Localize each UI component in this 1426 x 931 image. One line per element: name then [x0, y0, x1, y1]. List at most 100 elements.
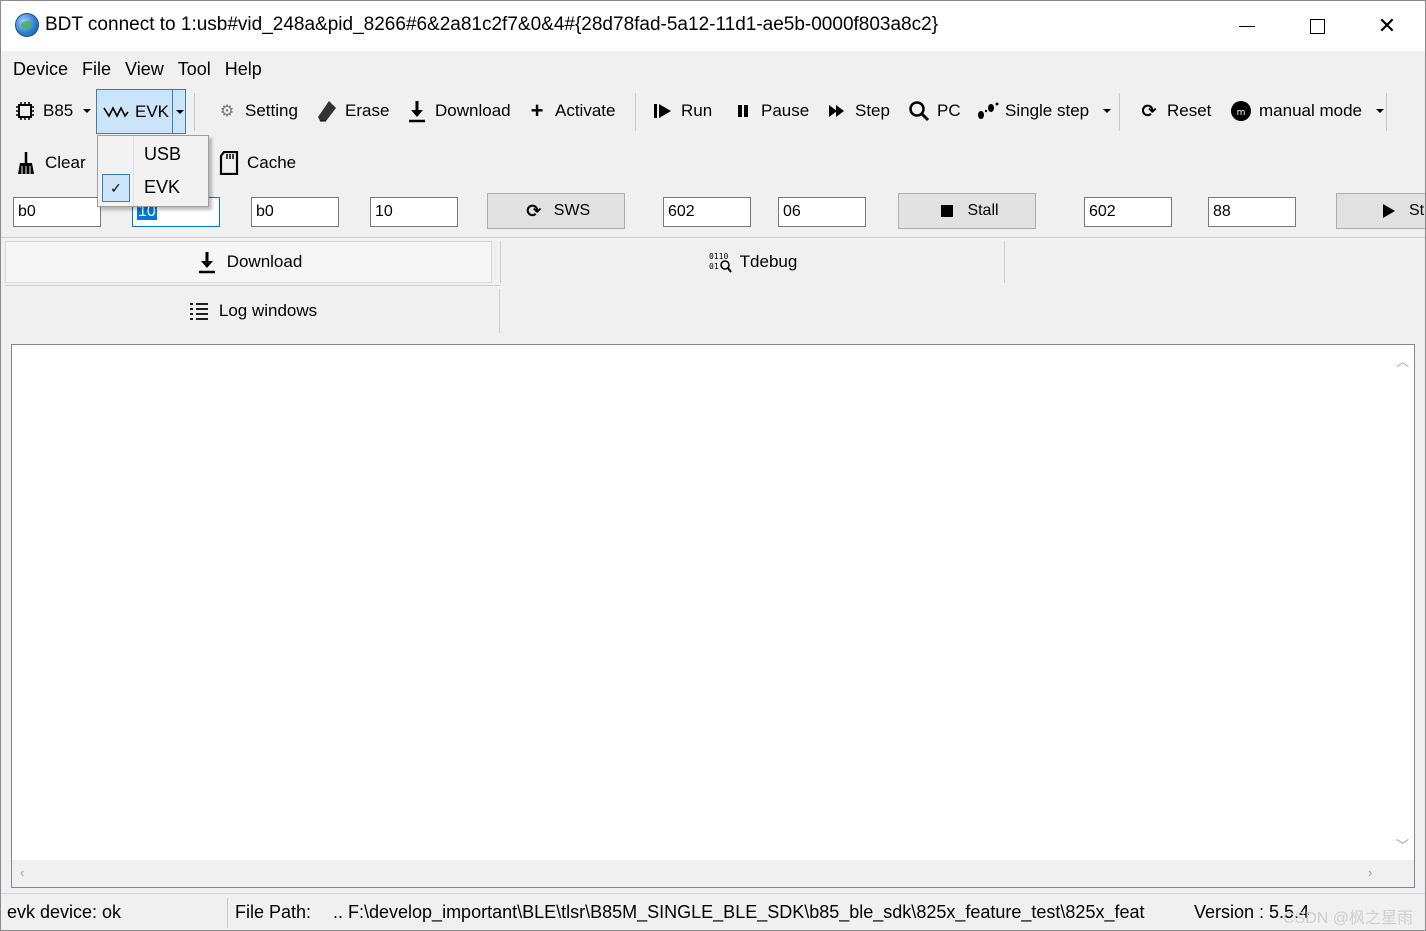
chip-label: B85: [43, 101, 74, 120]
download-icon: [195, 250, 219, 274]
refresh-icon: ⟳: [526, 200, 542, 221]
menu-file[interactable]: File: [75, 59, 118, 80]
scroll-down-icon[interactable]: ﹀: [1396, 835, 1409, 854]
eraser-icon: [315, 99, 339, 123]
chip-select-button[interactable]: B85: [13, 87, 92, 135]
log-output-area[interactable]: ︿ ﹀ ‹ ›: [11, 344, 1415, 888]
field-3[interactable]: b0: [251, 197, 339, 227]
interface-select-button[interactable]: EVK: [96, 89, 186, 134]
menu-item-evk[interactable]: EVK: [144, 177, 180, 198]
tab-tdebug[interactable]: 0110 01 Tdebug: [500, 241, 1005, 283]
cache-label: Cache: [247, 153, 297, 172]
svg-text:01: 01: [709, 262, 719, 271]
mode-icon: m: [1229, 99, 1253, 123]
pause-icon: [731, 99, 755, 123]
tab-log-label: Log windows: [218, 301, 318, 320]
close-icon: ✕: [1377, 13, 1397, 38]
checkmark-icon: ✓: [102, 174, 130, 202]
svg-text:m: m: [1237, 108, 1246, 118]
stall-label: Stall: [967, 202, 999, 219]
setting-button[interactable]: ⚙ Setting: [215, 87, 298, 135]
interface-label: EVK: [135, 102, 170, 121]
svg-text:0110: 0110: [709, 252, 728, 261]
pause-button[interactable]: Pause: [731, 87, 809, 135]
register-row: b0 10 b0 10 ⟳ SWS 602 06 Stall 602 88 St: [1, 189, 1425, 237]
maximize-button[interactable]: [1282, 1, 1352, 51]
field-4[interactable]: 10: [370, 197, 458, 227]
vertical-scrollbar[interactable]: ︿ ﹀: [1389, 345, 1414, 860]
reset-label: Reset: [1167, 101, 1212, 120]
sd-card-icon: [217, 151, 241, 175]
secondary-toolbar: Clear Cache: [1, 137, 1425, 189]
setting-label: Setting: [245, 101, 298, 120]
tab-download-label: Download: [226, 252, 303, 271]
start-label: St: [1409, 202, 1425, 219]
field-6[interactable]: 06: [778, 197, 866, 227]
redo-icon: ⟳: [1141, 100, 1157, 121]
step-button[interactable]: Step: [825, 87, 890, 135]
close-button[interactable]: ✕: [1352, 1, 1422, 51]
footsteps-icon: [975, 99, 999, 123]
step-label: Step: [855, 101, 890, 120]
scroll-right-icon[interactable]: ›: [1368, 865, 1372, 880]
single-step-label: Single step: [1005, 101, 1090, 120]
reset-button[interactable]: ⟳ Reset: [1137, 87, 1211, 135]
status-bar: evk device: ok File Path: .. F:\develop_…: [1, 893, 1425, 930]
activate-button[interactable]: + Activate: [525, 87, 616, 135]
device-status: evk device: ok: [7, 902, 122, 922]
field-1[interactable]: b0: [13, 197, 101, 227]
list-icon: [187, 299, 211, 323]
tab-download[interactable]: Download: [5, 241, 492, 283]
file-path-value: .. F:\develop_important\BLE\tlsr\B85M_SI…: [333, 902, 1145, 922]
download-label: Download: [435, 101, 511, 120]
menu-bar: Device File View Tool Help: [1, 51, 1425, 87]
single-step-button[interactable]: Single step: [975, 87, 1112, 135]
menu-device[interactable]: Device: [6, 59, 75, 80]
cache-button[interactable]: Cache: [217, 137, 296, 189]
download-button[interactable]: Download: [405, 87, 511, 135]
field-5[interactable]: 602: [663, 197, 751, 227]
run-button[interactable]: Run: [651, 87, 712, 135]
erase-button[interactable]: Erase: [315, 87, 389, 135]
menu-view[interactable]: View: [118, 59, 171, 80]
plus-icon: +: [530, 98, 544, 123]
fast-forward-icon: [825, 99, 849, 123]
watermark: CSDN @枫之星雨: [1282, 910, 1413, 927]
chevron-down-icon[interactable]: [176, 110, 184, 114]
broom-icon: [15, 151, 39, 175]
tab-log-windows[interactable]: Log windows: [5, 289, 500, 333]
mode-select-button[interactable]: m manual mode: [1229, 87, 1385, 135]
sws-button[interactable]: ⟳ SWS: [487, 193, 625, 229]
chevron-down-icon: [83, 109, 92, 113]
chevron-down-icon: [1103, 109, 1112, 113]
sws-label: SWS: [553, 202, 591, 219]
binary-search-icon: 0110 01: [708, 250, 732, 274]
pc-button[interactable]: PC: [907, 87, 961, 135]
field-8[interactable]: 88: [1208, 197, 1296, 227]
interface-dropdown-menu: USB ✓ EVK: [97, 135, 209, 207]
field-7[interactable]: 602: [1084, 197, 1172, 227]
stop-icon: [935, 199, 959, 223]
download-icon: [405, 99, 429, 123]
menu-help[interactable]: Help: [218, 59, 269, 80]
menu-item-usb[interactable]: USB: [144, 144, 181, 165]
scroll-left-icon[interactable]: ‹: [20, 865, 24, 880]
play-icon: [1377, 199, 1401, 223]
minimize-button[interactable]: [1212, 1, 1282, 51]
waveform-icon: [103, 100, 129, 124]
app-globe-icon: [15, 13, 39, 37]
horizontal-scrollbar[interactable]: ‹ ›: [12, 860, 1389, 887]
stall-button[interactable]: Stall: [898, 193, 1036, 229]
chevron-down-icon: [1376, 109, 1385, 113]
scroll-up-icon[interactable]: ︿: [1396, 351, 1409, 370]
title-bar: BDT connect to 1:usb#vid_248a&pid_8266#6…: [1, 1, 1425, 51]
clear-button[interactable]: Clear: [15, 137, 86, 189]
pc-label: PC: [937, 101, 961, 120]
search-icon: [907, 99, 931, 123]
main-toolbar: B85 EVK ⚙ Setting Erase Download + Activ…: [1, 87, 1425, 137]
tab-tdebug-label: Tdebug: [739, 252, 798, 271]
clear-label: Clear: [45, 153, 86, 172]
menu-tool[interactable]: Tool: [171, 59, 218, 80]
activate-label: Activate: [555, 101, 616, 120]
start-button[interactable]: St: [1336, 193, 1425, 229]
